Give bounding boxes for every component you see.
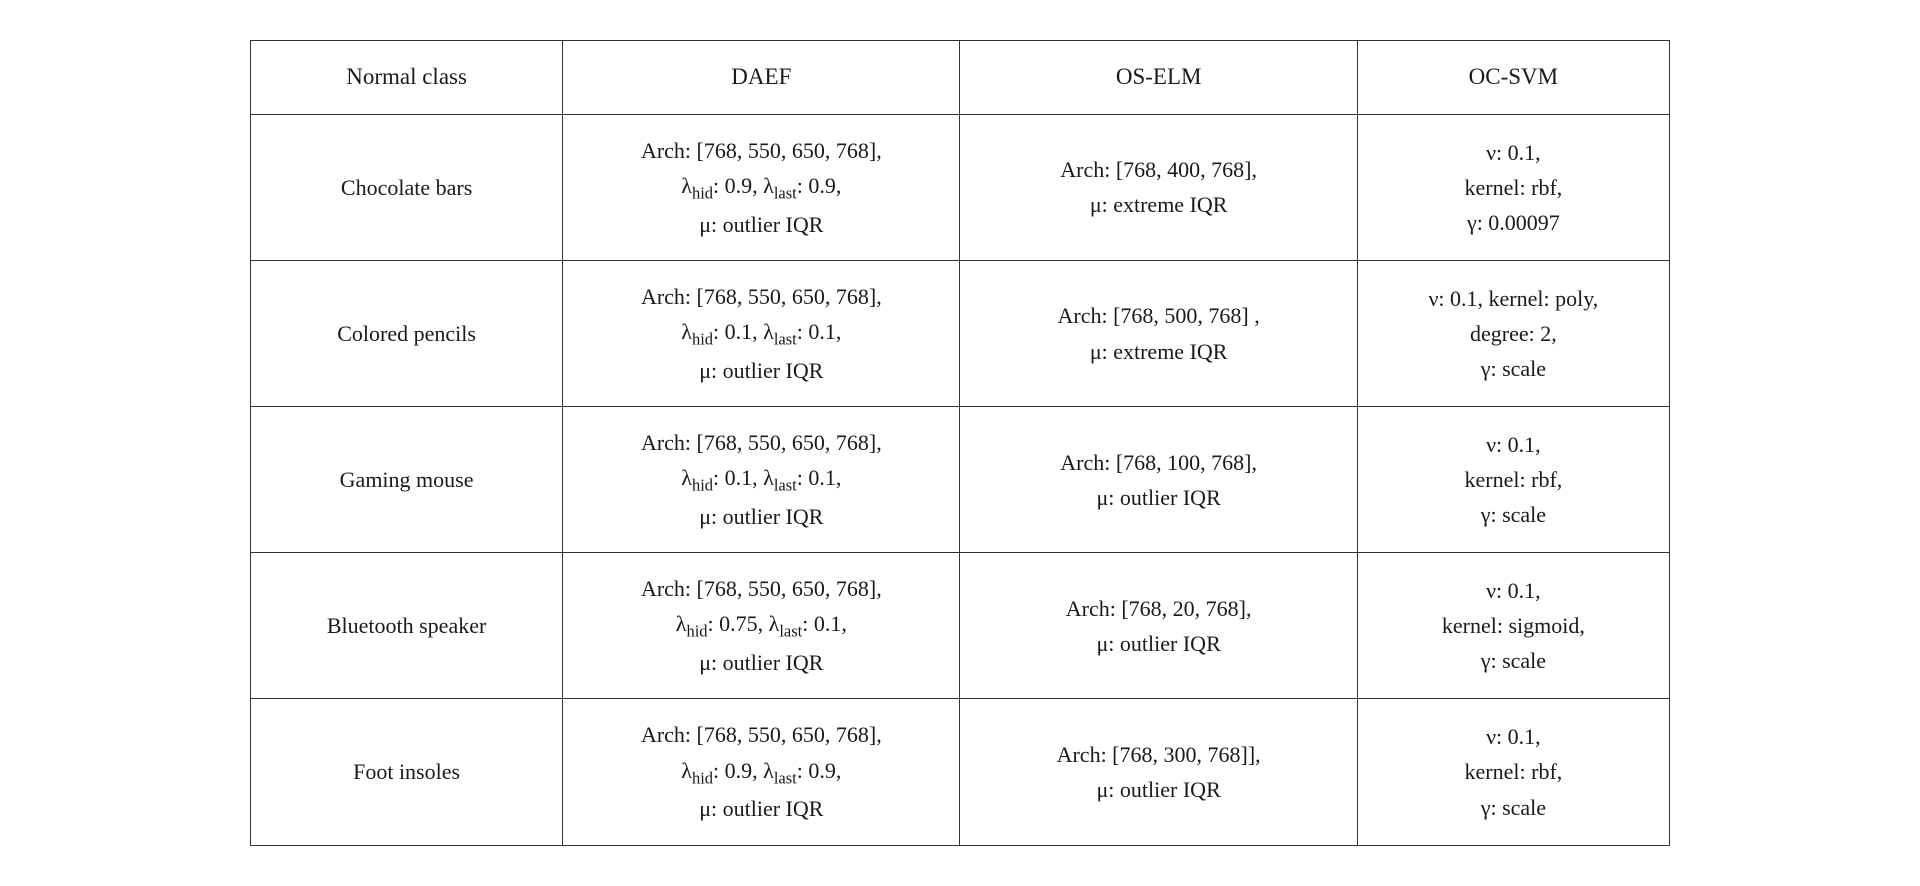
ocsvm-cell: ν: 0.1, kernel: poly,degree: 2,γ: scale [1357, 260, 1669, 406]
daef-cell: Arch: [768, 550, 650, 768],λhid: 0.9, λl… [563, 114, 960, 260]
header-daef: DAEF [563, 41, 960, 115]
table-row: Chocolate barsArch: [768, 550, 650, 768]… [251, 114, 1670, 260]
oselm-cell: Arch: [768, 20, 768],μ: outlier IQR [960, 553, 1357, 699]
oselm-cell: Arch: [768, 300, 768]],μ: outlier IQR [960, 699, 1357, 845]
oselm-cell: Arch: [768, 400, 768],μ: extreme IQR [960, 114, 1357, 260]
daef-cell: Arch: [768, 550, 650, 768],λhid: 0.1, λl… [563, 407, 960, 553]
normal-class-cell: Foot insoles [251, 699, 563, 845]
header-row: Normal class DAEF OS-ELM OC-SVM [251, 41, 1670, 115]
normal-class-cell: Colored pencils [251, 260, 563, 406]
oselm-cell: Arch: [768, 100, 768],μ: outlier IQR [960, 407, 1357, 553]
table-row: Foot insolesArch: [768, 550, 650, 768],λ… [251, 699, 1670, 845]
table-container: Normal class DAEF OS-ELM OC-SVM Chocolat… [210, 0, 1710, 886]
ocsvm-cell: ν: 0.1,kernel: rbf,γ: 0.00097 [1357, 114, 1669, 260]
ocsvm-cell: ν: 0.1,kernel: sigmoid,γ: scale [1357, 553, 1669, 699]
daef-cell: Arch: [768, 550, 650, 768],λhid: 0.75, λ… [563, 553, 960, 699]
daef-cell: Arch: [768, 550, 650, 768],λhid: 0.9, λl… [563, 699, 960, 845]
table-row: Gaming mouseArch: [768, 550, 650, 768],λ… [251, 407, 1670, 553]
normal-class-cell: Bluetooth speaker [251, 553, 563, 699]
ocsvm-cell: ν: 0.1,kernel: rbf,γ: scale [1357, 407, 1669, 553]
daef-cell: Arch: [768, 550, 650, 768],λhid: 0.1, λl… [563, 260, 960, 406]
results-table: Normal class DAEF OS-ELM OC-SVM Chocolat… [250, 40, 1670, 846]
table-row: Bluetooth speakerArch: [768, 550, 650, 7… [251, 553, 1670, 699]
normal-class-cell: Chocolate bars [251, 114, 563, 260]
ocsvm-cell: ν: 0.1,kernel: rbf,γ: scale [1357, 699, 1669, 845]
normal-class-cell: Gaming mouse [251, 407, 563, 553]
header-oselm: OS-ELM [960, 41, 1357, 115]
oselm-cell: Arch: [768, 500, 768] ,μ: extreme IQR [960, 260, 1357, 406]
header-ocsvm: OC-SVM [1357, 41, 1669, 115]
header-normal-class: Normal class [251, 41, 563, 115]
table-row: Colored pencilsArch: [768, 550, 650, 768… [251, 260, 1670, 406]
